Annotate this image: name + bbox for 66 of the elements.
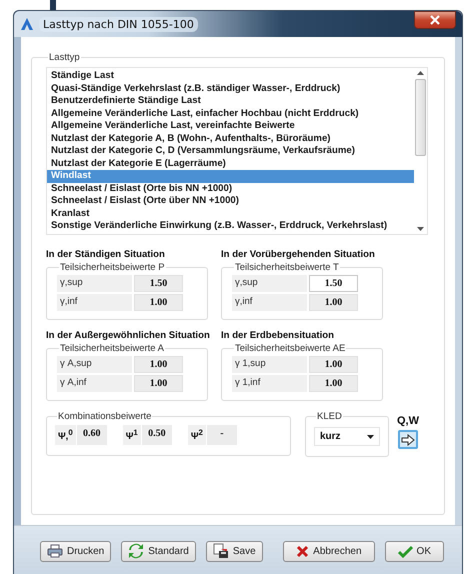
- group-label: KLED: [316, 411, 343, 422]
- coefficient-label: γ 1,inf: [232, 375, 307, 392]
- list-item[interactable]: Sonstige Veränderliche Einwirkung (z.B. Wasser-, Erddruck, Verkehrslast): [47, 220, 414, 232]
- coefficient-label: γ,sup: [232, 275, 307, 292]
- cancel-button[interactable]: Abbrechen: [283, 540, 375, 562]
- checkmark-icon: [398, 544, 413, 558]
- coefficient-label: γ A,inf: [57, 375, 132, 392]
- section-heading: In der Außergewöhnlichen Situation: [46, 330, 211, 341]
- list-item[interactable]: Quasi-Ständige Verkehrslast (z.B. ständiger Wasser-, Erddruck): [47, 82, 414, 95]
- list-item[interactable]: Allgemeine Veränderliche Last, einfacher Hochbau (nicht Erddruck): [47, 108, 414, 120]
- print-button[interactable]: Drucken: [40, 540, 112, 562]
- reset-button[interactable]: Standard: [121, 540, 196, 562]
- arrow-right-icon: [401, 434, 415, 446]
- arrow-button[interactable]: [398, 430, 418, 449]
- value-field[interactable]: 1.00: [134, 375, 183, 392]
- value-field[interactable]: 1.50: [309, 275, 358, 292]
- coefficient-label: γ,inf: [57, 294, 132, 311]
- list-item[interactable]: Nutzlast der Kategorie A, B (Wohn-, Aufenthalts-, Büroräume): [47, 132, 414, 145]
- list-item[interactable]: Nutzlast der Kategorie E (Lagerräume): [47, 158, 414, 170]
- coefficient-label: γ,sup: [57, 275, 132, 292]
- group-label: Teilsicherheitsbeiwerte AE: [234, 343, 346, 354]
- value-field[interactable]: 1.00: [134, 356, 183, 373]
- value-field[interactable]: 1.50: [134, 275, 183, 292]
- psi-label: Ψ$^{1}$: [122, 425, 141, 446]
- psi-label: Ψ,$^{0}$: [55, 425, 76, 446]
- ok-button[interactable]: OK: [384, 540, 444, 562]
- list-item[interactable]: Nutzlast der Kategorie C, D (Versammlungsräume, Verkaufsräume): [47, 145, 414, 158]
- coefficient-label: γ A,sup: [57, 356, 132, 373]
- value-field[interactable]: 1.00: [309, 375, 358, 392]
- section-heading: In der Erdbebensituation: [221, 330, 336, 341]
- kled-dropdown[interactable]: kurz: [314, 427, 380, 446]
- value-field[interactable]: 1.00: [309, 356, 358, 373]
- group-label: Kombinationsbeiwerte: [57, 411, 152, 422]
- scroll-down-icon[interactable]: [417, 227, 424, 231]
- value-field[interactable]: 0.60: [76, 425, 107, 446]
- group-label: Teilsicherheitsbeiwerte A: [59, 343, 166, 354]
- list-item[interactable]: Ständige Last: [47, 70, 414, 82]
- qw-label: Q,W: [397, 415, 419, 427]
- group-label: Teilsicherheitsbeiwerte T: [234, 262, 340, 273]
- scroll-up-icon[interactable]: [417, 71, 424, 75]
- save-icon: [212, 543, 229, 559]
- value-field[interactable]: 1.00: [134, 294, 183, 311]
- value-field[interactable]: -: [206, 425, 237, 446]
- printer-icon: [47, 544, 63, 558]
- group-label: Teilsicherheitsbeiwerte P: [59, 262, 166, 273]
- list-item[interactable]: Kranlast: [47, 208, 414, 220]
- list-item[interactable]: Schneelast / Eislast (Orte über NN +1000): [47, 195, 414, 208]
- coefficient-label: γ 1,sup: [232, 356, 307, 373]
- cross-icon: [296, 544, 310, 558]
- list-item[interactable]: Benutzerdefinierte Ständige Last: [47, 95, 414, 108]
- window-title: Lasttyp nach DIN 1055-100: [39, 16, 198, 32]
- value-field[interactable]: 1.00: [309, 294, 358, 311]
- section-heading: In der Vorübergehenden Situation: [221, 249, 376, 260]
- value-field[interactable]: 0.50: [142, 425, 172, 446]
- refresh-icon: [128, 543, 144, 559]
- save-button[interactable]: Save: [206, 540, 263, 562]
- list-item[interactable]: Allgemeine Veränderliche Last, vereinfachte Beiwerte: [47, 120, 414, 132]
- close-button[interactable]: [414, 11, 456, 29]
- group-label: Lasttyp: [48, 52, 81, 63]
- coefficient-label: γ,inf: [232, 294, 307, 311]
- dropdown-caret-icon: [367, 434, 374, 438]
- close-icon: [430, 15, 440, 25]
- section-heading: In der Ständigen Situation: [46, 249, 166, 260]
- list-item[interactable]: Schneelast / Eislast (Orte bis NN +1000): [47, 182, 414, 195]
- psi-label: Ψ$^{2}$: [188, 425, 206, 446]
- app-logo-icon: [20, 17, 34, 31]
